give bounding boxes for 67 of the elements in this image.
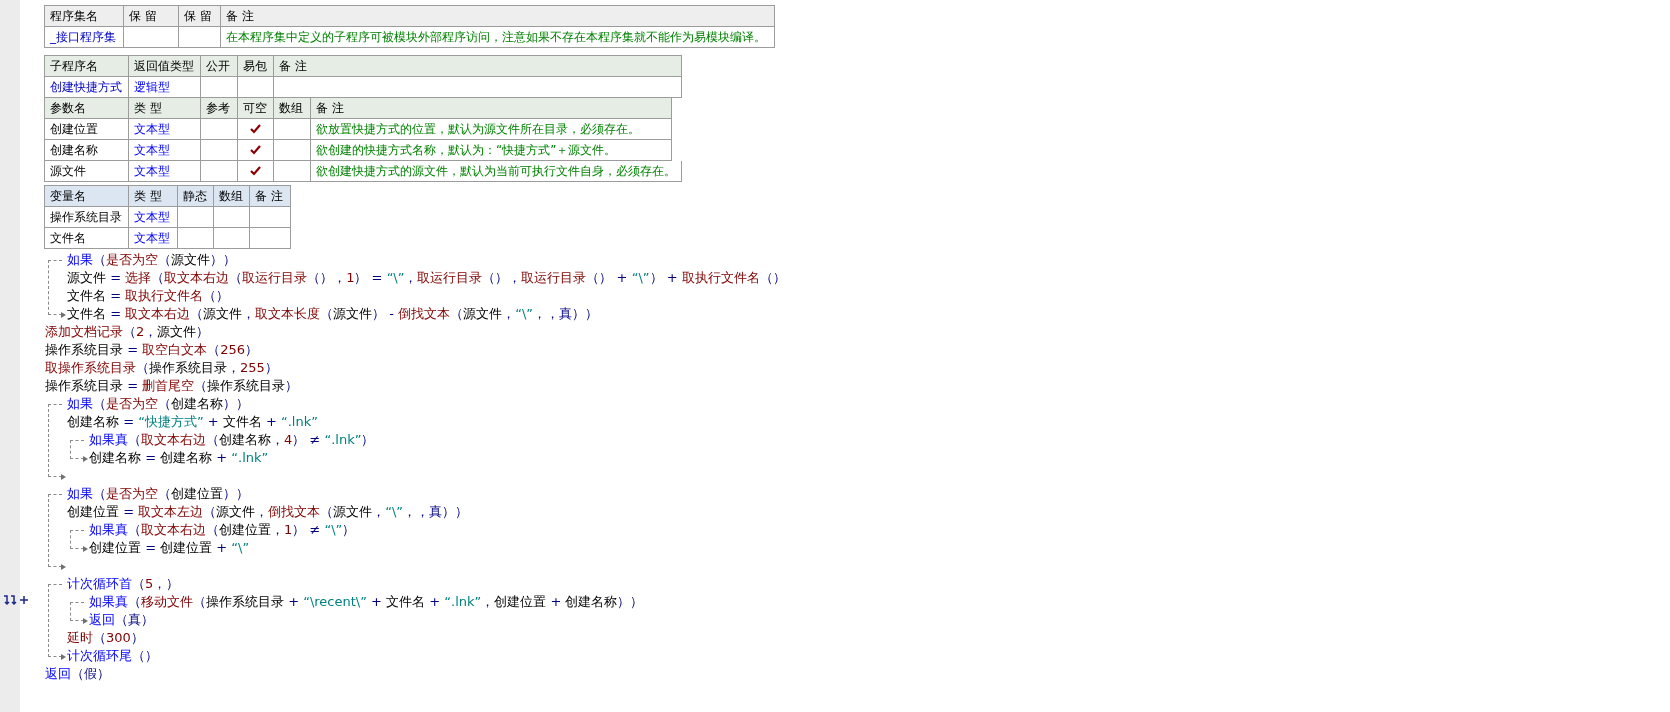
checkmark-icon [250,124,261,134]
code-line: 如果（是否为空（创建位置）） [67,485,249,503]
table-cell [124,27,179,48]
column-header: 备 注 [221,6,775,27]
checkmark-icon [250,145,261,155]
checkmark-icon [250,166,261,176]
table-cell: _接口程序集 [45,27,124,48]
table-cell [179,27,221,48]
code-line: 如果（是否为空（源文件）） [67,251,236,269]
code-line: 创建位置 = 取文本左边（源文件，倒找文本（源文件，“\”，，真）） [67,503,469,521]
table-cell: 欲创建快捷方式的源文件，默认为当前可执行文件自身，必须存在。 [311,161,682,182]
column-header: 变量名 [45,186,129,207]
table-cell: 操作系统目录 [45,207,129,228]
column-header: 数组 [274,98,311,119]
column-header: 类 型 [129,98,201,119]
table-cell: 逻辑型 [129,77,201,98]
column-header: 静态 [178,186,214,207]
table-cell: 在本程序集中定义的子程序可被模块外部程序访问，注意如果不存在本程序集就不能作为易模块编译。 [221,27,775,48]
code-line: 操作系统目录 = 取空白文本（256） [45,341,258,359]
table-cell: 创建名称 [45,140,129,161]
column-header: 子程序名 [45,56,129,77]
table-cell: 文本型 [129,140,201,161]
code-line: 返回（真） [89,611,154,629]
column-header: 数组 [214,186,250,207]
table-cell: 创建快捷方式 [45,77,129,98]
table-cell [250,228,291,249]
code-line: 创建名称 = 创建名称 + “.lnk” [89,449,269,467]
code-line: 返回（假） [45,665,110,683]
table-cell: 欲创建的快捷方式名称，默认为：“快捷方式”＋源文件。 [311,140,672,161]
column-header: 可空 [238,98,274,119]
code-line: 延时（300） [67,629,144,647]
column-header: 易包 [238,56,274,77]
code-line: 添加文档记录（2，源文件） [45,323,210,341]
code-line: 创建位置 = 创建位置 + “\” [89,539,250,557]
code-line: 取操作系统目录（操作系统目录，255） [45,359,278,377]
code-line: 如果真（移动文件（操作系统目录 + “\recent\” + 文件名 + “.lnk”，创建位置 + 创建名称）） [89,593,644,611]
table-cell: 文本型 [129,207,178,228]
column-header: 参考 [201,98,238,119]
step-marker-icon [3,594,30,606]
code-line: 如果真（取文本右边（创建名称，4） ≠ “.lnk”） [89,431,375,449]
code-line: 文件名 = 取执行文件名（） [67,287,230,305]
column-header: 备 注 [274,56,682,77]
code-line: 计次循环首（5，） [67,575,180,593]
table-cell: 创建位置 [45,119,129,140]
table-cell: 欲放置快捷方式的位置，默认为源文件所在目录，必须存在。 [311,119,672,140]
column-header: 保 留 [124,6,179,27]
table-cell: 文本型 [129,161,201,182]
code-line: 创建名称 = “快捷方式” + 文件名 + “.lnk” [67,413,318,431]
table-cell: 文本型 [129,228,178,249]
table-cell [250,207,291,228]
code-line: 文件名 = 取文本右边（源文件，取文本长度（源文件） - 倒找文本（源文件，“\”，，真）） [67,305,598,323]
column-header: 参数名 [45,98,129,119]
code-line: 如果真（取文本右边（创建位置，1） ≠ “\”） [89,521,356,539]
column-header: 保 留 [179,6,221,27]
column-header: 备 注 [250,186,291,207]
column-header: 公开 [201,56,238,77]
code-line: 源文件 = 选择（取文本右边（取运行目录（），1） = “\”，取运行目录（），取运行目录（） + “\”） + 取执行文件名（） [67,269,786,287]
column-header: 返回值类型 [129,56,201,77]
column-header: 备 注 [311,98,672,119]
table-cell: 源文件 [45,161,129,182]
code-line: 操作系统目录 = 删首尾空（操作系统目录） [45,377,299,395]
code-line: 如果（是否为空（创建名称）） [67,395,249,413]
column-header: 程序集名 [45,6,124,27]
table-cell: 文本型 [129,119,201,140]
code-line: 计次循环尾（） [67,647,158,665]
table-cell: 文件名 [45,228,129,249]
column-header: 类 型 [129,186,178,207]
